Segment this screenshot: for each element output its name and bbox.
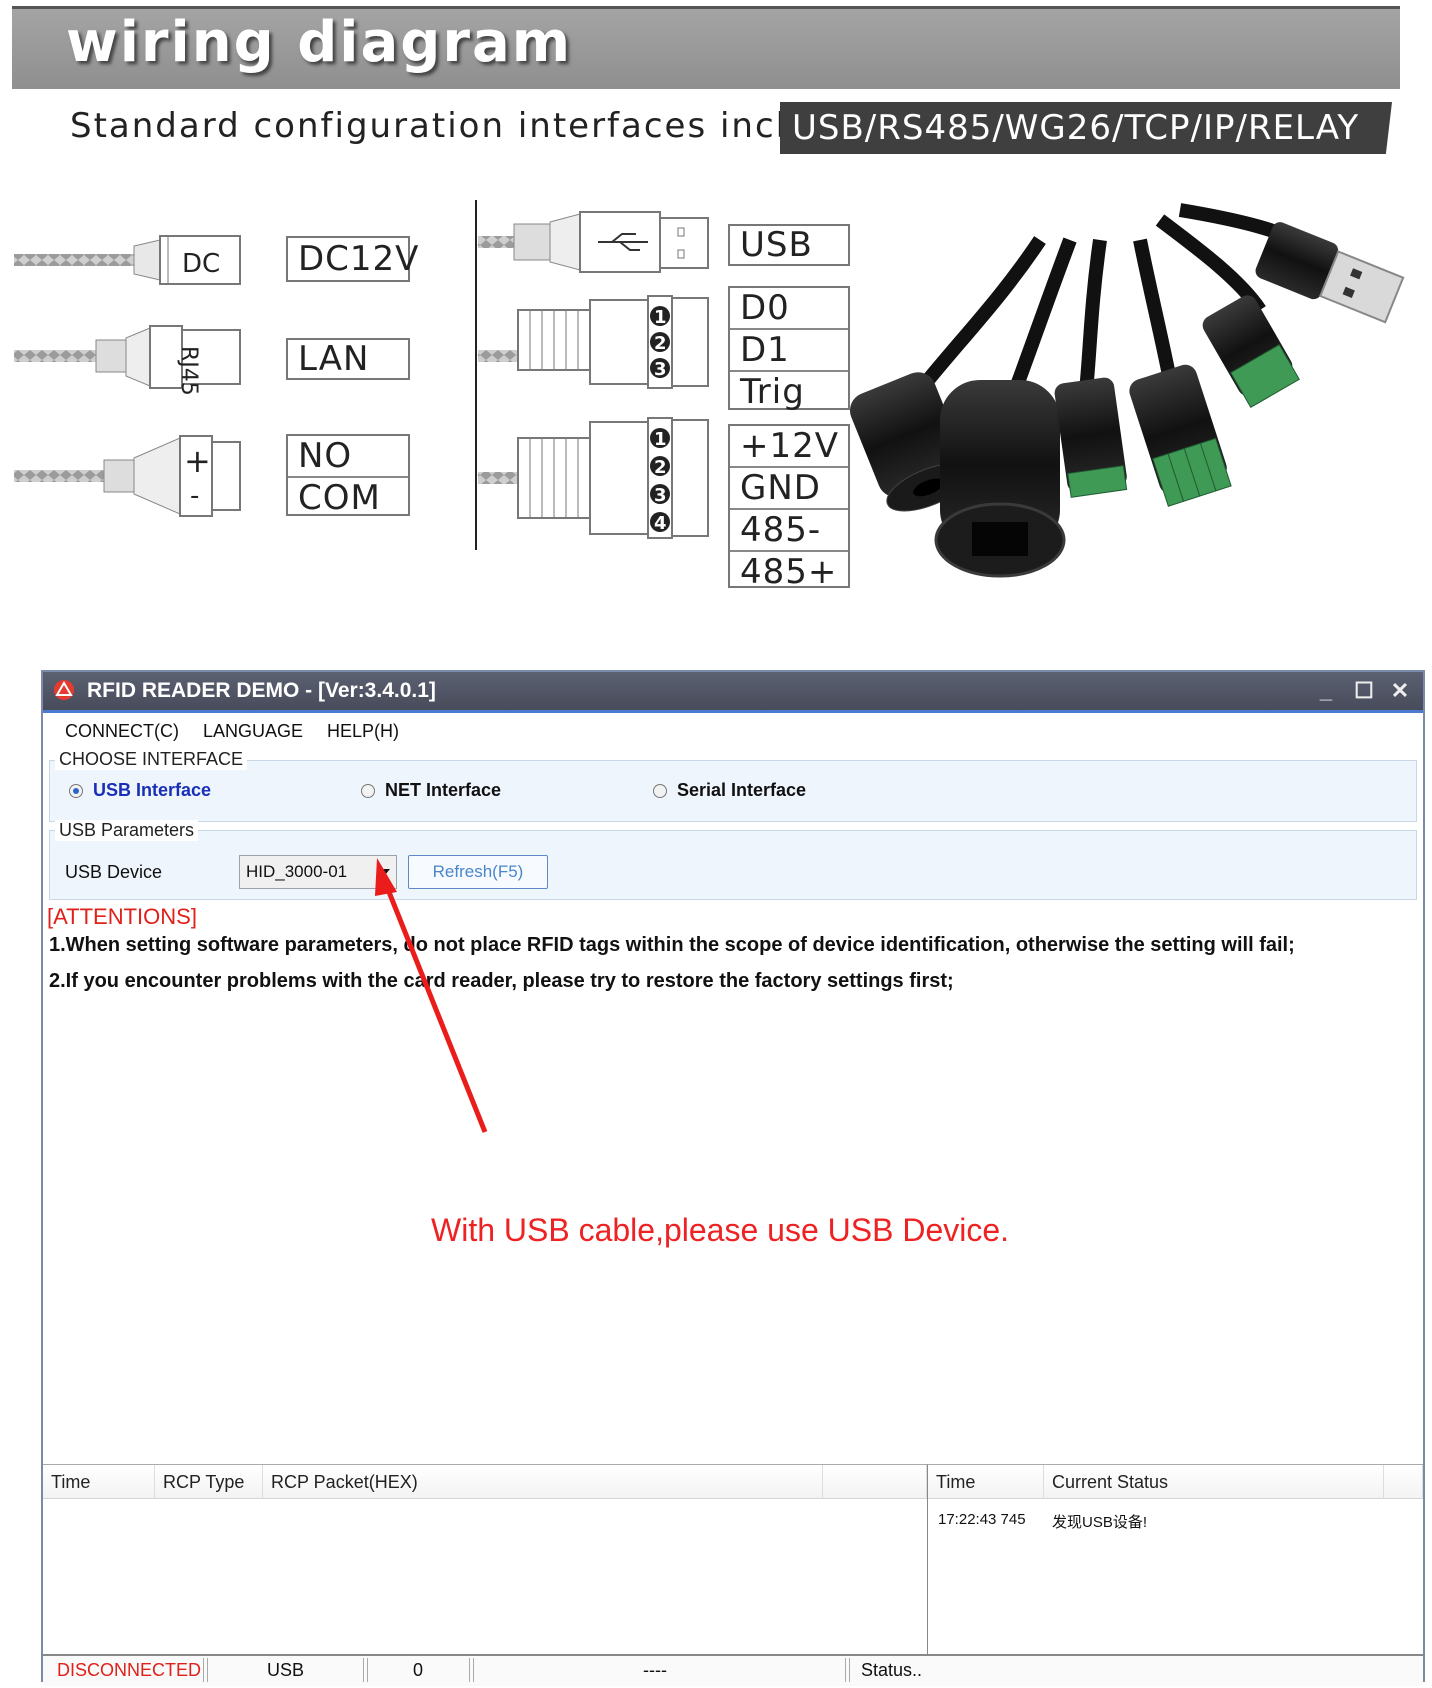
rcp-col-type[interactable]: RCP Type — [155, 1465, 263, 1499]
window-title: RFID READER DEMO - [Ver:3.4.0.1] — [87, 679, 436, 702]
wiegand-label-trig: Trig — [740, 372, 805, 412]
title-bar[interactable]: RFID READER DEMO - [Ver:3.4.0.1] _ ☐ ✕ — [43, 672, 1423, 713]
usb-label: USB — [728, 224, 850, 266]
rs485-label-minus: 485- — [730, 510, 848, 552]
status-log-table[interactable]: Time Current Status 17:22:43 745 发现USB设备… — [928, 1464, 1423, 1654]
status-separator — [203, 1658, 208, 1682]
interface-group-caption: CHOOSE INTERFACE — [55, 749, 248, 770]
wiegand-pin-3: 3 — [654, 359, 667, 380]
banner-subtitle: Standard configuration interfaces includ… — [70, 106, 858, 146]
lan-label: LAN — [286, 338, 410, 380]
interfaces-badge: USB/RS485/WG26/TCP/IP/RELAY — [780, 102, 1392, 154]
usb-connector-illustration — [478, 211, 709, 273]
rs485-pin-2: 2 — [654, 457, 667, 478]
dc-label: DC12V — [286, 236, 418, 282]
usb-device-value[interactable]: HID_3000-01 — [246, 862, 347, 881]
wiegand-labels: D0 D1 Trig — [728, 286, 850, 412]
svg-text:+: + — [184, 442, 211, 480]
rcp-log-table[interactable]: Time RCP Type RCP Packet(HEX) — [43, 1464, 928, 1654]
status-text: Status.. — [861, 1660, 923, 1680]
rs485-terminal-illustration — [478, 417, 709, 539]
count-status: 0 — [413, 1660, 424, 1680]
wiring-diagram: DC RJ45 + - 1 2 3 1 2 3 4 — [14, 200, 1405, 578]
rs485-label-gnd: GND — [730, 468, 848, 510]
relay-label-no: NO — [288, 436, 408, 478]
status-col-time[interactable]: Time — [928, 1465, 1044, 1499]
rs485-label-plus: 485+ — [740, 552, 838, 592]
radio-serial-interface[interactable]: Serial Interface — [653, 780, 806, 801]
menu-connect[interactable]: CONNECT(C) — [65, 721, 179, 742]
app-logo-icon — [54, 680, 74, 700]
wiegand-pin-2: 2 — [654, 333, 667, 354]
menu-bar: CONNECT(C) LANGUAGE HELP(H) — [43, 713, 1423, 747]
wiegand-label-d1: D1 — [730, 330, 848, 372]
radio-usb-label[interactable]: USB Interface — [93, 780, 211, 801]
maximize-button[interactable]: ☐ — [1347, 672, 1381, 710]
rj45-connector-illustration — [14, 325, 241, 389]
radio-net-label[interactable]: NET Interface — [385, 780, 501, 801]
wiegand-pin-1: 1 — [654, 307, 667, 328]
rcp-col-packet[interactable]: RCP Packet(HEX) — [263, 1465, 823, 1499]
status-row-time: 17:22:43 745 — [938, 1511, 1026, 1528]
app-window: RFID READER DEMO - [Ver:3.4.0.1] _ ☐ ✕ C… — [41, 670, 1425, 1686]
cable-bundle-photo — [849, 203, 1405, 578]
status-separator — [845, 1658, 850, 1682]
annotation-arrow — [375, 858, 488, 1133]
attentions-heading: [ATTENTIONS] — [47, 904, 197, 929]
status-col-filler — [1384, 1465, 1423, 1499]
rs485-pin-1: 1 — [654, 429, 667, 450]
interface-status: USB — [267, 1660, 305, 1680]
radio-net-dot[interactable] — [361, 783, 375, 798]
placeholder-status: ---- — [643, 1660, 667, 1680]
usb-device-label: USB Device — [65, 862, 163, 882]
radio-serial-dot[interactable] — [653, 783, 667, 798]
status-col-current[interactable]: Current Status — [1044, 1465, 1384, 1499]
attention-line-1: 1.When setting software parameters, do n… — [49, 934, 1295, 956]
rs485-pin-4: 4 — [654, 513, 667, 534]
relay-labels: NO COM — [286, 434, 410, 518]
radio-net-interface[interactable]: NET Interface — [361, 780, 501, 801]
status-separator — [469, 1658, 474, 1682]
dc-plug-label: DC — [182, 249, 220, 279]
annotation-note: With USB cable,please use USB Device. — [431, 1212, 1010, 1248]
rcp-col-filler — [823, 1465, 927, 1499]
radio-usb-interface[interactable]: USB Interface — [69, 780, 211, 801]
minimize-button[interactable]: _ — [1309, 672, 1343, 710]
status-row-text: 发现USB设备! — [1052, 1514, 1148, 1531]
close-button[interactable]: ✕ — [1383, 672, 1417, 710]
usb-params-caption: USB Parameters — [55, 820, 199, 841]
rs485-pin-3: 3 — [654, 485, 667, 506]
banner-title: wiring diagram — [66, 10, 573, 75]
wiegand-terminal-illustration — [478, 295, 709, 389]
rcp-col-time[interactable]: Time — [43, 1465, 155, 1499]
status-bar: DISCONNECTED USB 0 ---- Status.. — [43, 1654, 1423, 1686]
menu-language[interactable]: LANGUAGE — [203, 721, 303, 742]
rs485-label-12v: +12V — [730, 426, 848, 468]
wiegand-label-d0: D0 — [730, 288, 848, 330]
rs485-labels: +12V GND 485- 485+ — [728, 424, 850, 592]
relay-connector-illustration: + - — [14, 435, 241, 517]
wiegand-pin-numbers: 1 2 3 — [650, 306, 670, 380]
radio-serial-label[interactable]: Serial Interface — [677, 780, 806, 801]
rj45-plug-label: RJ45 — [176, 346, 201, 396]
status-separator — [363, 1658, 368, 1682]
radio-usb-dot[interactable] — [69, 783, 83, 798]
relay-label-com: COM — [298, 478, 381, 518]
svg-text:-: - — [190, 481, 199, 511]
connection-status: DISCONNECTED — [57, 1660, 202, 1680]
menu-help[interactable]: HELP(H) — [327, 721, 399, 742]
